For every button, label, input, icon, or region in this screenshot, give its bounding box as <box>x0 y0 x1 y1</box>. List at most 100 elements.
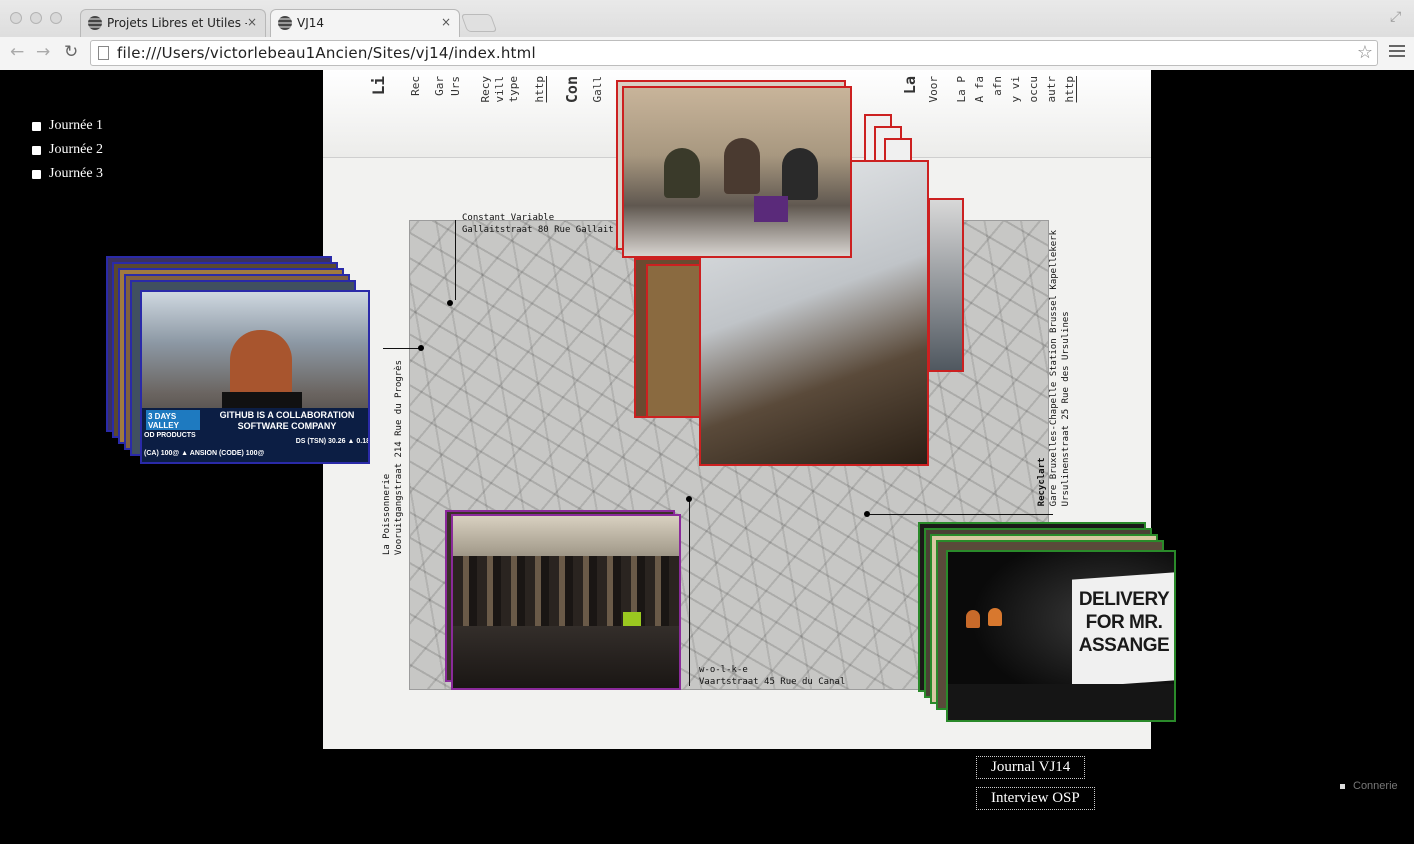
news-caption: GITHUB IS A COLLABORATION SOFTWARE COMPA… <box>219 410 355 431</box>
venue-label-recyclart: Recyclart Gare Bruxelles-Chapelle Station… <box>1036 230 1072 506</box>
bullet-icon <box>32 145 41 155</box>
venue-dot <box>686 496 692 502</box>
venue-address: Vaartstraat 45 Rue du Canal <box>699 677 846 687</box>
spine-word: A fa <box>973 76 986 103</box>
journal-vj14-link[interactable]: Journal VJ14 <box>976 756 1086 779</box>
globe-icon <box>278 16 292 30</box>
leader-line <box>455 220 456 300</box>
back-arrow-icon[interactable]: ← <box>10 42 24 62</box>
spine-word: Li <box>369 76 388 96</box>
reload-icon[interactable]: ↻ <box>64 42 78 62</box>
photo-crowd-hall[interactable] <box>451 514 681 690</box>
venue-name: w-o-l-k-e <box>699 665 748 675</box>
person-figure <box>724 138 760 194</box>
window-minimize-button[interactable] <box>30 12 42 24</box>
tab-title: VJ14 <box>297 16 325 30</box>
bullet-icon <box>32 121 41 131</box>
bullet-icon <box>1340 783 1345 789</box>
spine-word: afn <box>991 76 1004 96</box>
browser-chrome: Projets Libres et Utiles – H × VJ14 × ⤢ … <box>0 0 1414 70</box>
spine-word: Gall <box>591 76 604 103</box>
hamburger-menu-icon[interactable] <box>1389 45 1405 59</box>
venue-label-poissonnerie: La Poissonnerie Vooruitgangstraat 214 Rue… <box>381 360 405 555</box>
spine-word: occu <box>1027 76 1040 103</box>
venue-label-wolke: w-o-l-k-e Vaartstraat 45 Rue du Canal <box>699 664 845 688</box>
venue-dot <box>864 511 870 517</box>
spine-word: y vi <box>1009 76 1022 103</box>
spine-word: Rec <box>409 76 422 96</box>
new-tab-button[interactable] <box>460 14 498 32</box>
news-ticker: OD PRODUCTS <box>144 432 196 439</box>
screen-caption: DELIVERY FOR MR. ASSANGE <box>1078 589 1170 656</box>
spine-word: Gar <box>433 76 446 96</box>
stage-floor <box>948 684 1174 720</box>
venue-label-constant: Constant Variable Gallaitstraat 80 Rue Ga… <box>462 212 614 236</box>
venue-name: Constant Variable <box>462 213 555 223</box>
bullet-icon <box>32 169 41 179</box>
address-bar[interactable]: file:///Users/victorlebeau1Ancien/Sites/… <box>90 40 1378 66</box>
page-icon <box>98 46 109 60</box>
photo-stack-github[interactable]: 3 DAYS VALLEY GITHUB IS A COLLABORATION … <box>106 256 370 464</box>
speaker-figure <box>988 608 1002 626</box>
speaker-figure <box>966 610 980 628</box>
green-chair <box>623 612 641 626</box>
star-icon[interactable]: ☆ <box>1357 42 1373 63</box>
spine-word: type <box>507 76 520 103</box>
stack-layer <box>646 264 706 418</box>
photo-github-news[interactable]: 3 DAYS VALLEY GITHUB IS A COLLABORATION … <box>140 290 370 464</box>
venue-address: Gallaitstraat 80 Rue Gallait <box>462 225 614 235</box>
globe-icon <box>88 16 102 30</box>
news-ticker: (CA) 100@ ▲ ANSION (CODE) 100@ <box>144 450 265 457</box>
interview-osp-link[interactable]: Interview OSP <box>976 787 1095 810</box>
laptop-screen <box>754 196 788 222</box>
person-figure <box>782 148 818 200</box>
venue-name: Recyclart <box>1037 457 1047 507</box>
venue-dot <box>418 345 424 351</box>
photo-assange-screening[interactable]: DELIVERY FOR MR. ASSANGE <box>946 550 1176 722</box>
tab-vj14[interactable]: VJ14 × <box>270 9 460 37</box>
window-zoom-button[interactable] <box>50 12 62 24</box>
leader-line <box>383 348 421 349</box>
leader-line <box>868 514 1053 515</box>
venue-address: Gare Bruxelles-Chapelle Station Brussel … <box>1049 230 1059 507</box>
day-item-3[interactable]: Journée 3 <box>32 162 103 186</box>
spine-word: Con <box>563 76 581 104</box>
day-label: Journée 3 <box>49 166 104 181</box>
spine-word: http <box>1063 76 1076 103</box>
day-label: Journée 1 <box>49 118 104 133</box>
photo-stack-workshop[interactable] <box>614 78 964 468</box>
close-tab-icon[interactable]: × <box>441 15 451 29</box>
day-menu: Journée 1 Journée 2 Journée 3 <box>32 114 103 186</box>
venue-name: La Poissonnerie <box>382 473 392 556</box>
venue-dot <box>447 300 453 306</box>
crowd-figures <box>453 556 679 626</box>
connerie-link[interactable]: Connerie <box>1340 780 1398 792</box>
window-close-button[interactable] <box>10 12 22 24</box>
fullscreen-icon[interactable]: ⤢ <box>1390 9 1401 25</box>
connerie-label: Connerie <box>1353 780 1398 792</box>
day-item-2[interactable]: Journée 2 <box>32 138 103 162</box>
leader-line <box>689 500 690 686</box>
browser-toolbar: ← → ↻ file:///Users/victorlebeau1Ancien/… <box>0 37 1414 70</box>
photo-stack-crowd[interactable] <box>445 510 681 690</box>
spine-word: Urs <box>449 76 462 96</box>
tab-projets-libres[interactable]: Projets Libres et Utiles – H × <box>80 9 266 37</box>
close-tab-icon[interactable]: × <box>247 15 257 29</box>
venue-address: Ursulinenstraat 25 Rue des Ursulines <box>1061 311 1071 507</box>
day-item-1[interactable]: Journée 1 <box>32 114 103 138</box>
spine-word: Recy <box>479 76 492 103</box>
photo-workshop-laptops[interactable] <box>622 86 852 258</box>
person-figure <box>664 148 700 198</box>
news-badge: 3 DAYS VALLEY <box>146 410 200 430</box>
spine-word: http <box>533 76 546 103</box>
stack-layer <box>928 198 964 372</box>
url-text[interactable]: file:///Users/victorlebeau1Ancien/Sites/… <box>117 44 536 62</box>
news-ticker: DS (TSN) 30.26 ▲ 0.18 <box>295 438 370 445</box>
spine-word: vill <box>493 76 506 103</box>
spine-word: autr <box>1045 76 1058 103</box>
day-label: Journée 2 <box>49 142 104 157</box>
venue-address: Vooruitgangstraat 214 Rue du Progrès <box>394 360 404 556</box>
tab-title: Projets Libres et Utiles – H <box>107 16 247 30</box>
photo-stack-assange[interactable]: DELIVERY FOR MR. ASSANGE <box>918 522 1176 722</box>
forward-arrow-icon[interactable]: → <box>36 42 50 62</box>
